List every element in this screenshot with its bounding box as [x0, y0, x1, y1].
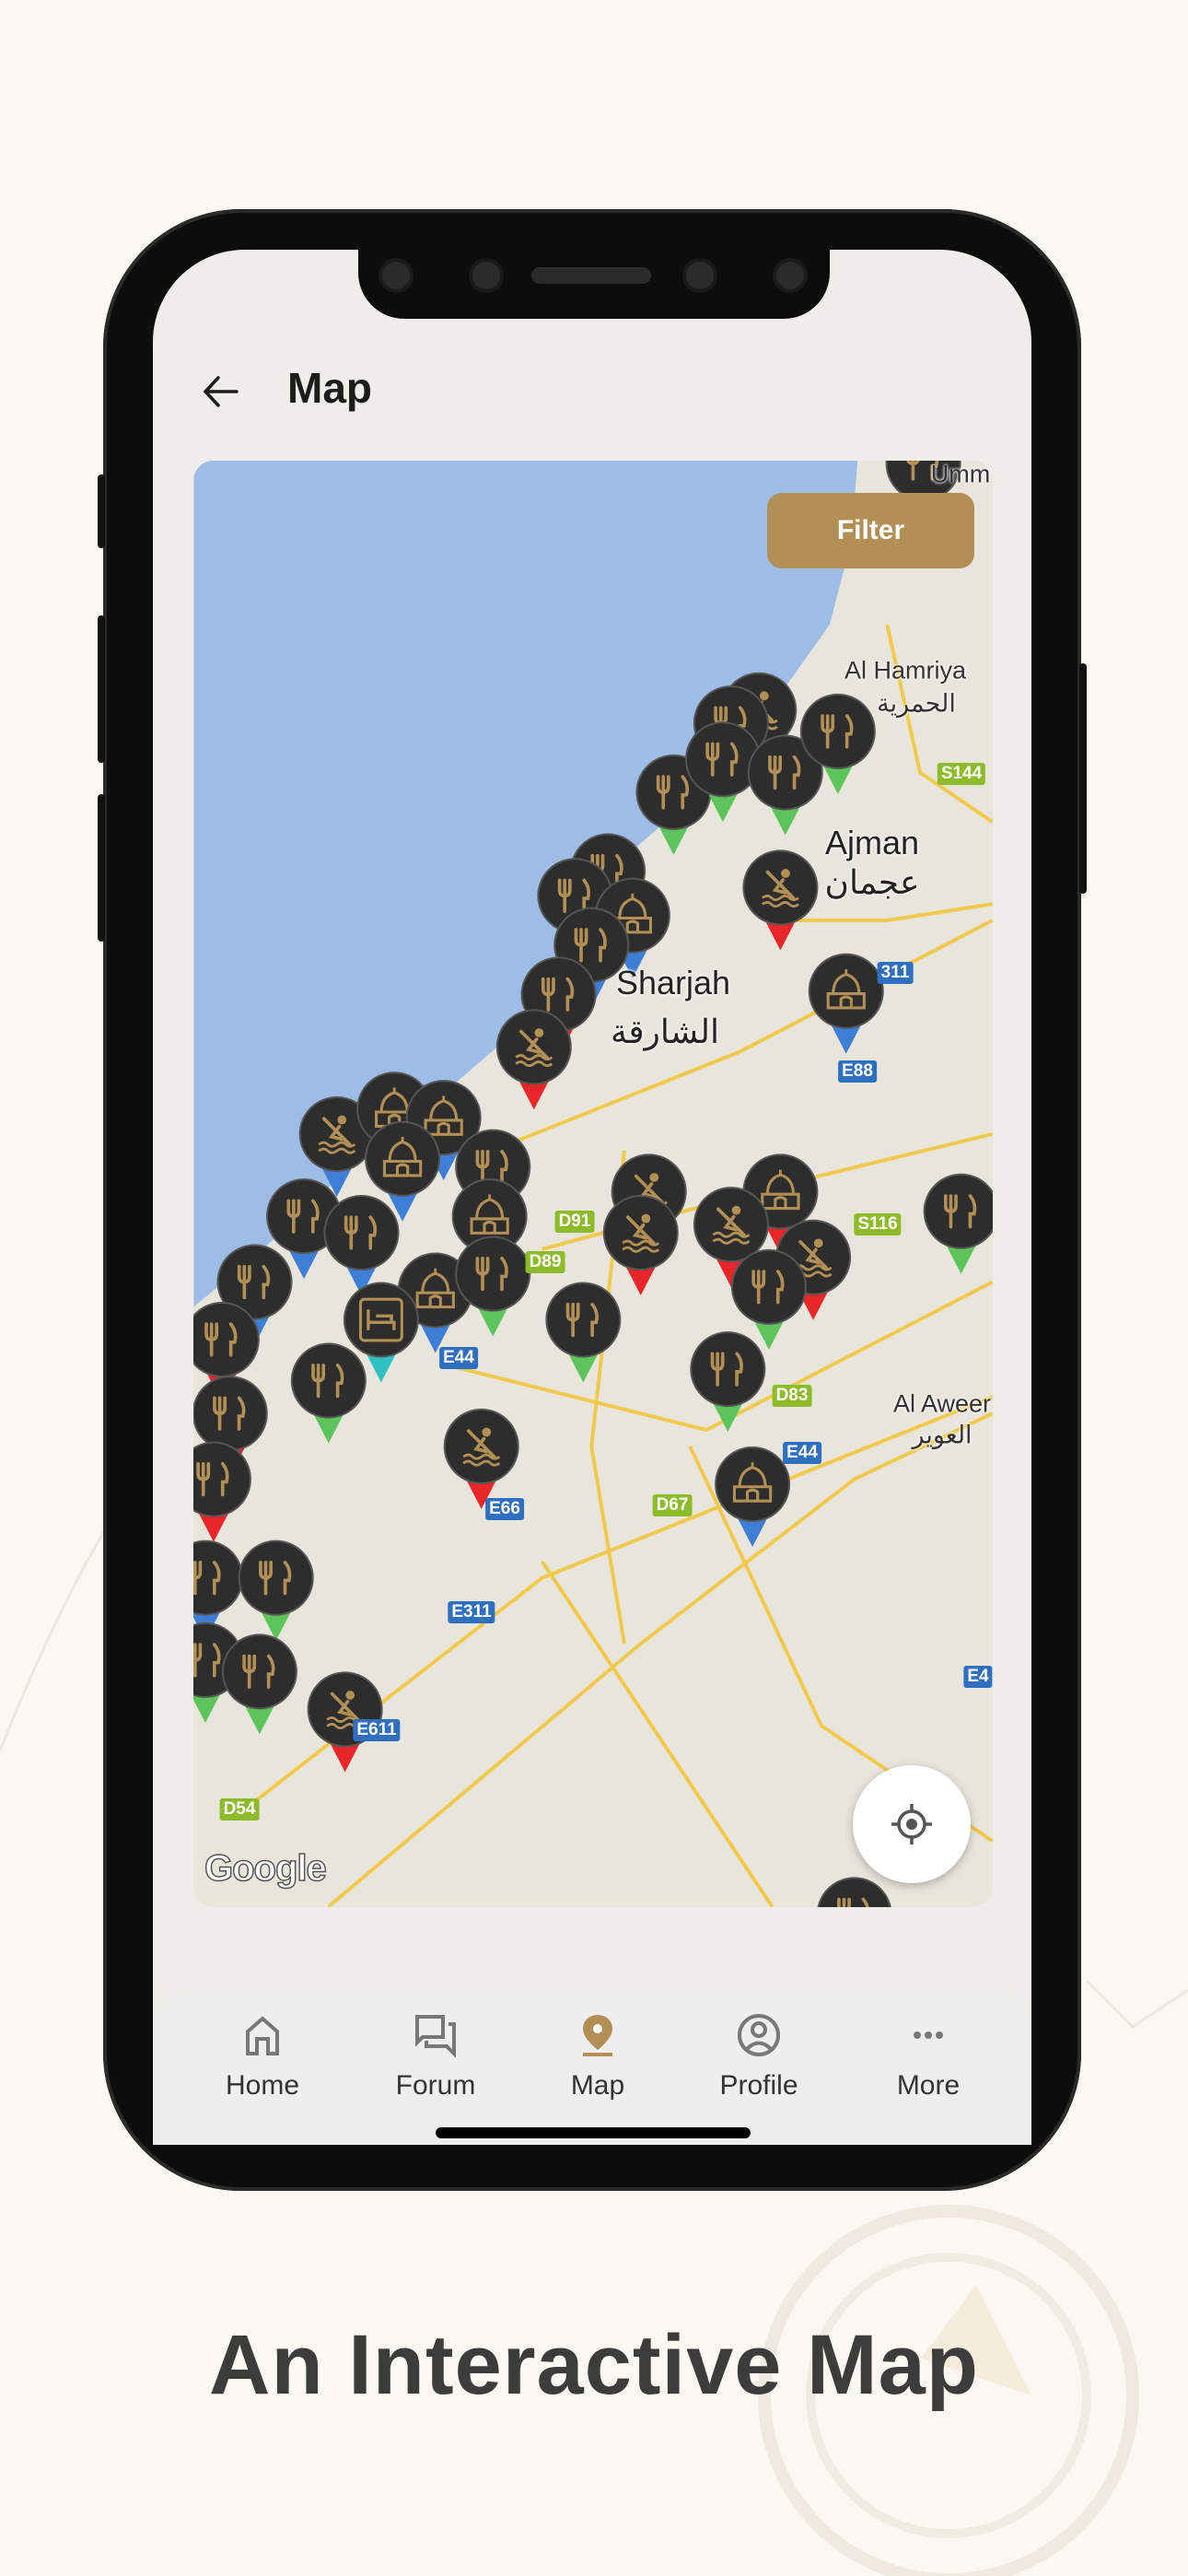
map-label: العوير — [912, 1421, 973, 1449]
arrow-left-icon — [203, 376, 239, 407]
map-label: Ajman — [824, 824, 920, 861]
earpiece-speaker — [531, 267, 651, 284]
sensor — [382, 262, 410, 289]
map-view[interactable]: Umm A Al Hamriya الحمرية Ajman عجمان Sha… — [193, 461, 993, 1907]
filter-button[interactable]: Filter — [767, 493, 974, 568]
map-label: الحمرية — [877, 689, 956, 718]
map-label: Sharjah — [615, 964, 731, 1001]
map-label: Al Hamriya — [844, 656, 967, 685]
road-shield: 311 — [877, 962, 914, 984]
home-icon — [246, 2016, 279, 2055]
crosshair-icon — [891, 1804, 932, 1844]
sensor — [776, 262, 804, 289]
home-indicator — [436, 2127, 751, 2138]
promo-caption: An Interactive Map — [209, 2318, 979, 2412]
road-shield: D54 — [219, 1798, 260, 1821]
road-shield: S144 — [937, 763, 986, 785]
road-shield: E44 — [783, 1442, 821, 1464]
nav-item-profile[interactable]: Profile — [685, 2013, 833, 2102]
profile-icon — [738, 2014, 780, 2056]
road-shield: E88 — [838, 1060, 877, 1083]
camera — [686, 262, 714, 289]
nav-item-forum[interactable]: Forum — [362, 2013, 509, 2102]
road-shield: E611 — [353, 1719, 401, 1741]
road-shield: S116 — [854, 1213, 902, 1235]
nav-item-map[interactable]: Map — [524, 2013, 671, 2102]
page-title: Map — [287, 364, 372, 412]
nav-item-more[interactable]: More — [855, 2013, 1002, 2102]
phone-mute-switch — [98, 474, 105, 548]
phone-volume-up — [98, 615, 105, 763]
chat-icon — [415, 2015, 456, 2057]
google-logo: Google — [204, 1847, 327, 1890]
road-shield: E311 — [448, 1601, 495, 1623]
camera — [472, 262, 500, 289]
phone-notch — [358, 240, 830, 319]
my-location-button[interactable] — [853, 1765, 971, 1883]
road-shield: D83 — [772, 1385, 812, 1407]
road-shield: D89 — [525, 1251, 565, 1273]
phone-power-button — [1079, 663, 1087, 894]
road-shield: D91 — [554, 1211, 595, 1233]
map-label: Umm A — [930, 461, 993, 488]
map-pin-icon — [583, 2015, 612, 2056]
road-shield: E66 — [485, 1498, 524, 1520]
phone-volume-down — [98, 794, 105, 942]
road-shield: E44 — [439, 1347, 478, 1369]
road-shield: D67 — [652, 1494, 693, 1516]
road-shield: E4 — [963, 1666, 993, 1688]
nav-item-home[interactable]: Home — [189, 2013, 336, 2102]
map-label: الشارقة — [611, 1013, 719, 1050]
map-label: Al Aweer — [892, 1389, 992, 1418]
more-icon — [914, 2032, 943, 2039]
back-button[interactable] — [198, 369, 244, 415]
map-label: عجمان — [824, 863, 920, 901]
